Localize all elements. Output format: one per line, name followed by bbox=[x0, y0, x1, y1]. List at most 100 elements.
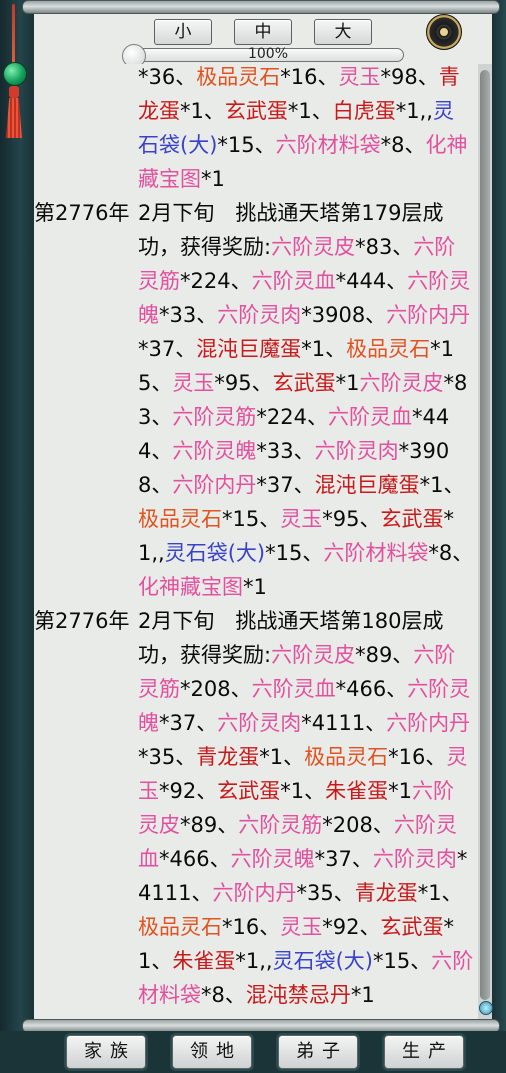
log-text-segment: *15、 bbox=[265, 541, 324, 565]
log-text-segment: *98、 bbox=[380, 65, 439, 89]
log-text-segment: *208、 bbox=[180, 677, 252, 701]
log-text-segment: 六阶灵筋 bbox=[172, 405, 257, 429]
jade-bead-icon bbox=[3, 62, 27, 86]
log-text-segment: 极品灵石 bbox=[196, 65, 281, 89]
log-text-segment: 六阶内丹 bbox=[212, 881, 297, 905]
log-text-segment: *1 bbox=[388, 779, 412, 803]
log-text-segment: *1、 bbox=[259, 745, 305, 769]
log-text-segment: 混沌禁忌丹 bbox=[245, 983, 351, 1007]
log-text-segment: *37、 bbox=[314, 847, 373, 871]
log-text-segment: 灵玉 bbox=[172, 371, 215, 395]
log-text-segment: 六阶材料袋 bbox=[323, 541, 429, 565]
log-text-segment: 六阶灵皮 bbox=[359, 371, 444, 395]
nav-production-button[interactable]: 生产 bbox=[384, 1035, 464, 1069]
font-size-large-button[interactable]: 大 bbox=[314, 19, 372, 45]
log-text-segment: 灵石袋(大) bbox=[164, 541, 266, 565]
log-text-segment: 六阶灵血 bbox=[251, 269, 336, 293]
log-text-segment: *89、 bbox=[355, 643, 414, 667]
log-text-segment: *92、 bbox=[322, 915, 381, 939]
log-text-segment: 六阶内丹 bbox=[386, 711, 471, 735]
log-text-segment: *15、 bbox=[222, 507, 281, 531]
nav-territory-button[interactable]: 领地 bbox=[172, 1035, 252, 1069]
log-entry: 第2776年 2月下旬 挑战通天塔第180层成功，获得奖励:六阶灵皮*89、六阶灵… bbox=[34, 604, 478, 1012]
log-text-segment: *1、 bbox=[301, 337, 347, 361]
log-text-segment: 六阶灵魄 bbox=[230, 847, 315, 871]
log-text-segment: *1 bbox=[335, 371, 360, 395]
log-text-segment: *1 bbox=[201, 167, 225, 191]
log-text-segment: *95、 bbox=[214, 371, 273, 395]
log-text-segment: *4111、 bbox=[301, 711, 387, 735]
log-text-segment: *33、 bbox=[159, 303, 218, 327]
log-text-segment: *16、 bbox=[222, 915, 281, 939]
font-size-small-button[interactable]: 小 bbox=[154, 19, 212, 45]
log-text-segment: *37、 bbox=[159, 711, 218, 735]
log-text-segment: *8、 bbox=[380, 133, 426, 157]
log-text-segment: *37、 bbox=[256, 473, 315, 497]
log-text-segment: *1、 bbox=[417, 881, 463, 905]
log-text-segment: *37、 bbox=[138, 337, 197, 361]
log-text-segment: 六阶灵肉 bbox=[217, 303, 302, 327]
tassel-cord bbox=[12, 4, 15, 64]
log-text-segment: 玄武蛋 bbox=[380, 915, 444, 939]
log-entry-year: 第2776年 bbox=[34, 201, 130, 225]
log-text-segment: 六阶内丹 bbox=[172, 473, 257, 497]
nav-disciples-button[interactable]: 弟子 bbox=[278, 1035, 358, 1069]
settings-gear-icon[interactable] bbox=[426, 14, 462, 50]
log-text-segment: 玄武蛋 bbox=[272, 371, 336, 395]
log-entry-year: 第2776年 bbox=[34, 609, 130, 633]
log-text-segment: *33、 bbox=[256, 439, 315, 463]
log-text-segment: *35、 bbox=[296, 881, 355, 905]
log-text-segment: *1,, bbox=[235, 949, 273, 973]
log-text-segment: 化神藏宝图 bbox=[138, 575, 243, 599]
log-text-segment: 六阶灵肉 bbox=[314, 439, 399, 463]
font-size-medium-button[interactable]: 中 bbox=[234, 19, 292, 45]
log-text-segment: *208、 bbox=[322, 813, 394, 837]
tassel-knot bbox=[9, 86, 19, 98]
log-text-segment: 六阶灵血 bbox=[327, 405, 412, 429]
log-text-segment: 白虎蛋 bbox=[332, 99, 396, 123]
log-text-segment: *466、 bbox=[335, 677, 408, 701]
scrollbar-end-icon bbox=[479, 1001, 493, 1015]
left-frame bbox=[0, 0, 34, 1073]
log-text-segment: *1、 bbox=[280, 779, 326, 803]
log-text-segment: *89、 bbox=[180, 813, 239, 837]
nav-clan-button[interactable]: 家族 bbox=[66, 1035, 146, 1069]
header-bar: 小 中 大 100% bbox=[34, 12, 492, 68]
log-text-segment: *35、 bbox=[138, 745, 197, 769]
log-text-segment: 六阶灵肉 bbox=[217, 711, 302, 735]
log-entry: 第2776年 2月下旬 挑战通天塔第179层成功，获得奖励:六阶灵皮*83、六阶灵… bbox=[34, 196, 478, 604]
log-text-segment: *95、 bbox=[322, 507, 381, 531]
log-text-segment: *1 bbox=[243, 575, 267, 599]
log-text-segment: 六阶内丹 bbox=[386, 303, 471, 327]
log-text-segment: 六阶灵肉 bbox=[372, 847, 457, 871]
log-text-segment: 玄武蛋 bbox=[380, 507, 444, 531]
log-text-segment: 六阶灵血 bbox=[251, 677, 336, 701]
event-log-list: 第0000年*36、极品灵石*16、灵玉*98、青龙蛋*1、玄武蛋*1、白虎蛋*… bbox=[34, 64, 478, 1012]
log-text-segment: 玄武蛋 bbox=[224, 99, 288, 123]
log-text-segment: 朱雀蛋 bbox=[325, 779, 389, 803]
log-text-segment: *1,, bbox=[395, 99, 433, 123]
log-entry-text: 2月下旬 挑战通天塔第179层成功，获得奖励:六阶灵皮*83、六阶灵筋*224、… bbox=[138, 196, 474, 604]
scrollbar-thumb[interactable] bbox=[480, 70, 490, 1000]
log-text-segment: *16、 bbox=[388, 745, 447, 769]
log-text-segment: 六阶灵魄 bbox=[172, 439, 257, 463]
log-entry-text: *36、极品灵石*16、灵玉*98、青龙蛋*1、玄武蛋*1、白虎蛋*1,,灵石袋… bbox=[138, 64, 474, 196]
log-text-segment: *15、 bbox=[372, 949, 432, 973]
log-text-segment: 朱雀蛋 bbox=[172, 949, 236, 973]
log-text-segment: *8、 bbox=[428, 541, 474, 565]
log-text-segment: 极品灵石 bbox=[304, 745, 389, 769]
right-frame bbox=[492, 0, 506, 1073]
log-text-segment: 六阶灵皮 bbox=[271, 643, 356, 667]
log-text-segment: 极品灵石 bbox=[346, 337, 431, 361]
log-text-segment: *16、 bbox=[280, 65, 339, 89]
log-text-segment: *1、 bbox=[180, 99, 225, 123]
log-text-segment: 六阶灵皮 bbox=[271, 235, 356, 259]
log-text-segment: *224、 bbox=[180, 269, 252, 293]
log-text-segment: *8、 bbox=[201, 983, 246, 1007]
log-text-segment: 青龙蛋 bbox=[354, 881, 418, 905]
log-entry: 第0000年*36、极品灵石*16、灵玉*98、青龙蛋*1、玄武蛋*1、白虎蛋*… bbox=[34, 64, 478, 196]
log-text-segment: *92、 bbox=[159, 779, 218, 803]
log-text-segment: 玄武蛋 bbox=[217, 779, 281, 803]
log-text-segment: *1、 bbox=[287, 99, 333, 123]
log-text-segment: 六阶灵筋 bbox=[238, 813, 323, 837]
